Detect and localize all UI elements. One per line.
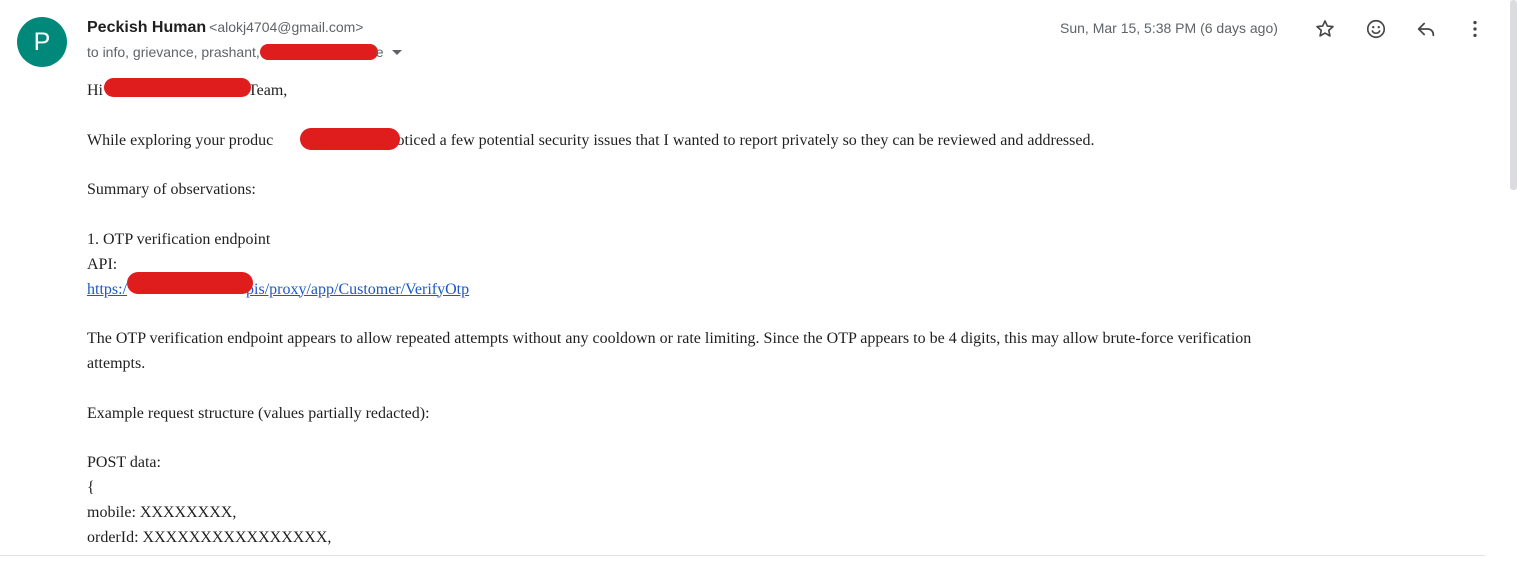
redaction-mark (127, 272, 253, 294)
item1-title: 1. OTP verification endpoint (87, 230, 271, 248)
redaction-mark (104, 78, 251, 97)
sender-name[interactable]: Peckish Human (87, 19, 206, 36)
mobile-line: mobile: XXXXXXXX, (87, 504, 237, 521)
intro-end: , I noticed a few potential security iss… (371, 131, 1095, 149)
sender-email: <alokj4704@gmail.com> (209, 19, 364, 35)
api-link-end: pis/proxy/app/Customer/VerifyOtp (246, 280, 470, 298)
recipients-suffix: e (375, 44, 384, 60)
emoji-reaction-icon[interactable] (1361, 14, 1391, 44)
more-options-icon[interactable] (1460, 14, 1490, 44)
order-id-line: orderId: XXXXXXXXXXXXXXXX, (87, 529, 332, 546)
api-link-line: https:/ pis/proxy/app/Customer/VerifyOtp (87, 277, 1447, 302)
recipients-text: to info, grievance, prashant, (87, 44, 260, 60)
description-line-2: attempts. (87, 355, 146, 372)
brace-open: { (87, 479, 95, 496)
api-link-start: https:/ (87, 280, 128, 298)
greeting-start: Hi (87, 82, 103, 99)
show-details-chevron-icon[interactable] (391, 50, 402, 55)
sender-line: Peckish Human <alokj4704@gmail.com> (87, 19, 363, 37)
greeting-end: Team, (248, 82, 288, 99)
intro-start: While exploring your produc (87, 131, 274, 149)
intro-paragraph: While exploring your produc , I noticed a… (87, 128, 1447, 153)
api-label: API: (87, 255, 118, 273)
message-divider (0, 555, 1485, 556)
message-body: Hi Team, While exploring your produc , I n… (87, 78, 1447, 550)
recipients-line[interactable]: to info, grievance, prashant, e (87, 44, 402, 60)
avatar-letter: P (33, 27, 51, 56)
star-icon[interactable] (1310, 14, 1340, 44)
redaction-mark (259, 44, 378, 60)
sender-avatar[interactable]: P (17, 17, 67, 67)
greeting: Hi Team, (87, 78, 1447, 103)
description-line-1: The OTP verification endpoint appears to… (87, 330, 1252, 347)
redaction-mark (300, 128, 400, 150)
scrollbar[interactable] (1510, 0, 1517, 190)
post-label: POST data: (87, 454, 161, 471)
message-date: Sun, Mar 15, 5:38 PM (6 days ago) (1060, 20, 1278, 36)
summary-heading: Summary of observations: (87, 181, 256, 198)
example-heading: Example request structure (values partia… (87, 404, 430, 422)
reply-icon[interactable] (1411, 14, 1441, 44)
